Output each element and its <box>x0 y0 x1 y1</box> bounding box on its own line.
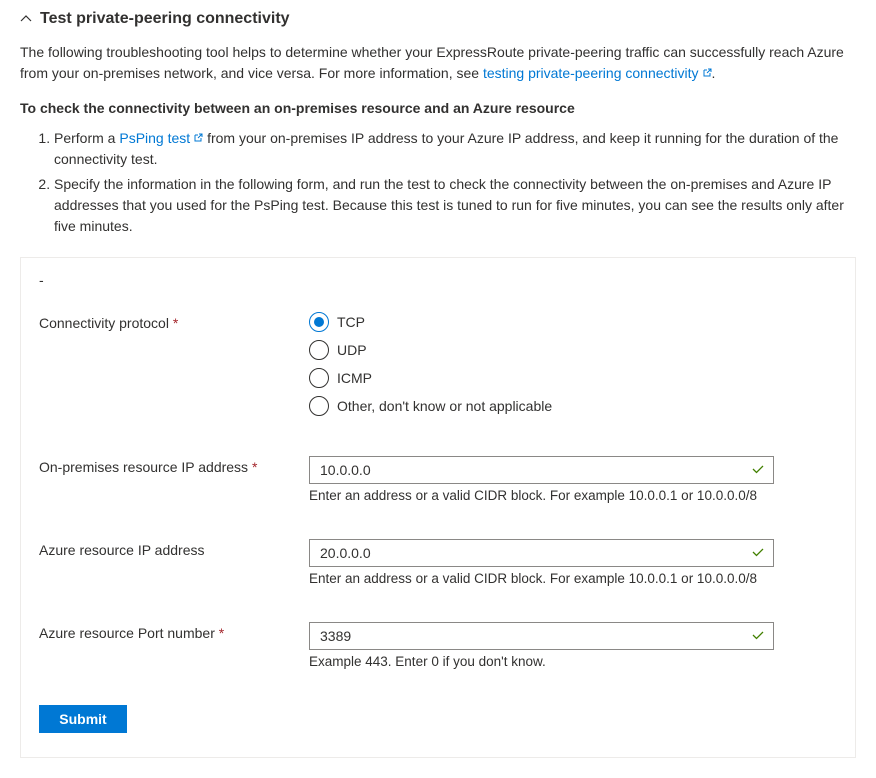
page-title: Test private-peering connectivity <box>40 10 290 28</box>
onprem-ip-row: On-premises resource IP address * Enter … <box>39 456 837 503</box>
azure-port-row: Azure resource Port number * Example 443… <box>39 622 837 669</box>
onprem-ip-label: On-premises resource IP address * <box>39 456 309 475</box>
radio-icon <box>309 368 329 388</box>
azure-port-input-box <box>309 622 774 650</box>
chevron-up-icon <box>20 13 32 25</box>
onprem-ip-input[interactable] <box>310 457 743 483</box>
required-asterisk: * <box>173 315 178 331</box>
azure-ip-input[interactable] <box>310 540 743 566</box>
azure-ip-row: Azure resource IP address Enter an addre… <box>39 539 837 586</box>
azure-port-label: Azure resource Port number * <box>39 622 309 641</box>
azure-ip-input-box <box>309 539 774 567</box>
external-link-icon <box>702 63 712 84</box>
section-header[interactable]: Test private-peering connectivity <box>20 10 856 28</box>
submit-button[interactable]: Submit <box>39 705 127 733</box>
azure-port-input[interactable] <box>310 623 743 649</box>
description-part2: . <box>712 65 716 81</box>
radio-label-tcp: TCP <box>337 314 365 330</box>
azure-ip-helper: Enter an address or a valid CIDR block. … <box>309 571 774 586</box>
protocol-radio-group: TCP UDP ICMP Other, don't know or not ap… <box>309 312 552 416</box>
onprem-ip-helper: Enter an address or a valid CIDR block. … <box>309 488 774 503</box>
azure-port-helper: Example 443. Enter 0 if you don't know. <box>309 654 774 669</box>
description-text: The following troubleshooting tool helps… <box>20 42 856 84</box>
radio-option-tcp[interactable]: TCP <box>309 312 552 332</box>
onprem-ip-input-box <box>309 456 774 484</box>
radio-option-icmp[interactable]: ICMP <box>309 368 552 388</box>
onprem-ip-input-wrapper: Enter an address or a valid CIDR block. … <box>309 456 774 503</box>
radio-option-other[interactable]: Other, don't know or not applicable <box>309 396 552 416</box>
description-part1: The following troubleshooting tool helps… <box>20 44 844 81</box>
step-2: Specify the information in the following… <box>54 174 856 237</box>
radio-icon <box>309 396 329 416</box>
step-1: Perform a PsPing test from your on-premi… <box>54 128 856 170</box>
azure-ip-input-wrapper: Enter an address or a valid CIDR block. … <box>309 539 774 586</box>
check-icon <box>743 545 773 562</box>
azure-port-input-wrapper: Example 443. Enter 0 if you don't know. <box>309 622 774 669</box>
check-icon <box>743 628 773 645</box>
external-link-icon <box>193 128 203 149</box>
form-container: - Connectivity protocol * TCP UDP ICMP O… <box>20 257 856 758</box>
testing-connectivity-link[interactable]: testing private-peering connectivity <box>483 65 712 81</box>
radio-icon <box>309 312 329 332</box>
required-asterisk: * <box>252 459 257 475</box>
protocol-label: Connectivity protocol * <box>39 312 309 331</box>
azure-ip-label: Azure resource IP address <box>39 539 309 558</box>
radio-icon <box>309 340 329 360</box>
radio-label-other: Other, don't know or not applicable <box>337 398 552 414</box>
collapse-minus[interactable]: - <box>39 272 837 288</box>
protocol-row: Connectivity protocol * TCP UDP ICMP Oth… <box>39 312 837 416</box>
required-asterisk: * <box>219 625 224 641</box>
subheading: To check the connectivity between an on-… <box>20 100 856 116</box>
radio-option-udp[interactable]: UDP <box>309 340 552 360</box>
check-icon <box>743 462 773 479</box>
radio-label-icmp: ICMP <box>337 370 372 386</box>
steps-list: Perform a PsPing test from your on-premi… <box>54 128 856 237</box>
radio-label-udp: UDP <box>337 342 367 358</box>
psping-test-link[interactable]: PsPing test <box>119 130 203 146</box>
